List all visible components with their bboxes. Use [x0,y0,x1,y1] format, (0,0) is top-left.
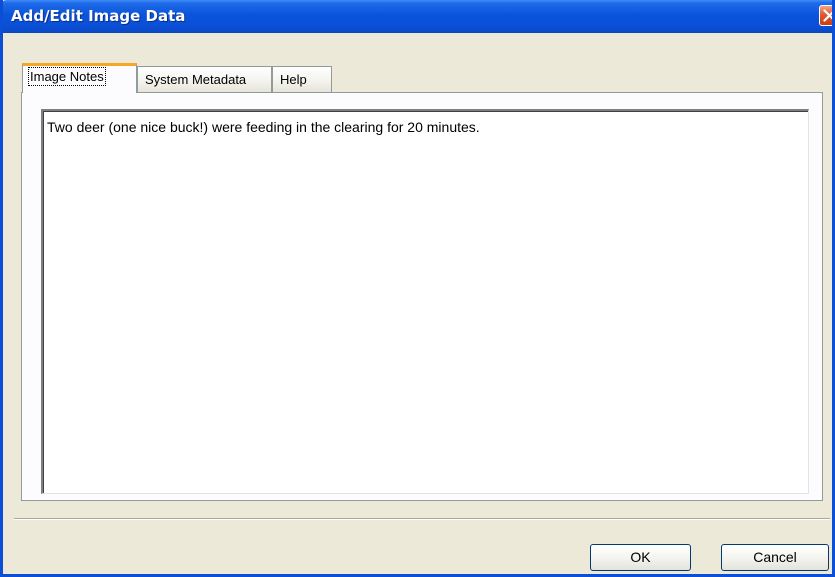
tab-system-metadata[interactable]: System Metadata [137,66,272,92]
title-bar[interactable]: Add/Edit Image Data [3,0,832,33]
tab-image-notes[interactable]: Image Notes [22,63,137,93]
ok-button[interactable]: OK [590,544,691,571]
tab-image-notes-label: Image Notes [28,67,106,86]
close-icon [823,9,832,22]
close-button[interactable] [819,5,832,26]
tab-panel-image-notes [21,92,823,501]
tab-help-label: Help [280,72,307,87]
window-title: Add/Edit Image Data [11,7,186,25]
tab-help[interactable]: Help [272,66,332,92]
cancel-button[interactable]: Cancel [721,544,829,571]
tab-system-metadata-label: System Metadata [145,72,247,87]
image-notes-textarea[interactable] [41,109,809,494]
button-separator [14,518,830,520]
